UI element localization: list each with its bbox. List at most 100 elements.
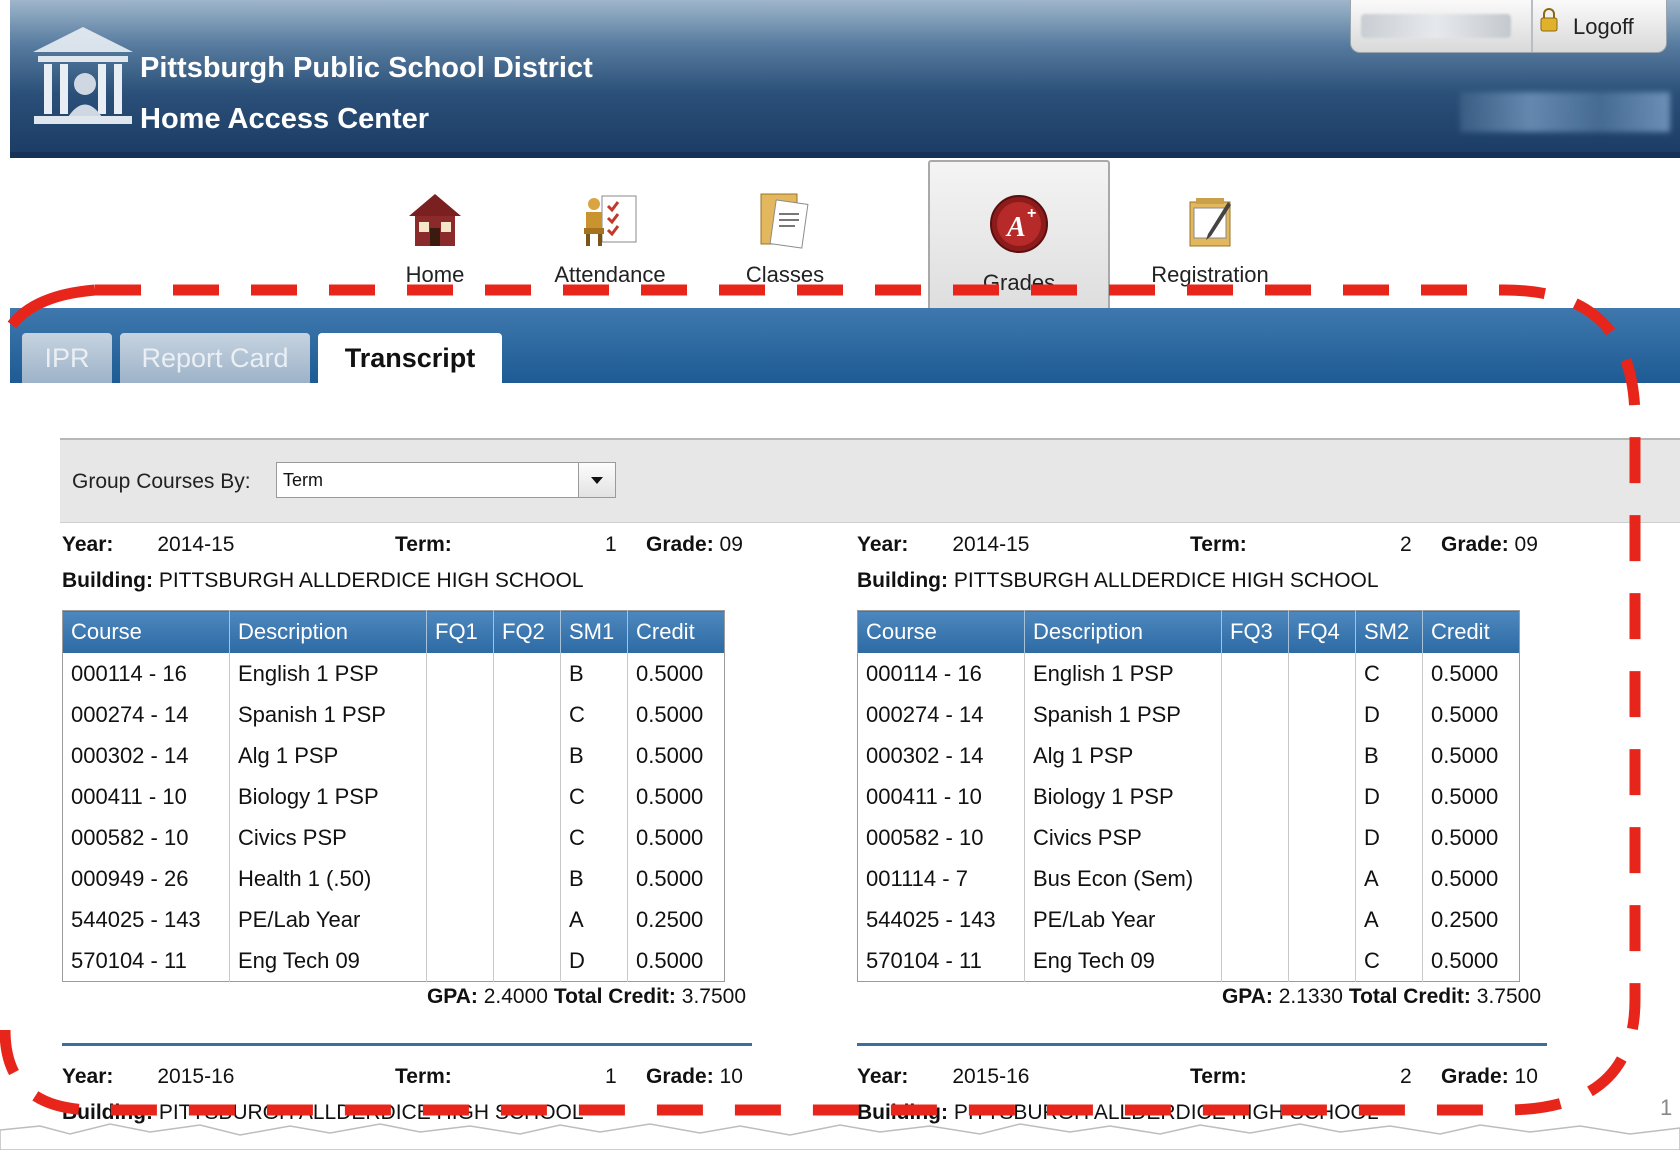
course-cell: 000114 - 16: [866, 660, 982, 686]
column-header: Credit: [1422, 610, 1520, 653]
semester-grade-cell: B: [560, 858, 628, 899]
description-cell: Civics PSP: [1024, 817, 1222, 858]
year-field: Year: 2014-15: [857, 533, 1030, 556]
term-value: 2: [1400, 533, 1412, 556]
description-cell: Eng Tech 09: [1024, 940, 1222, 982]
description-cell: Spanish 1 PSP: [229, 694, 427, 735]
fq-cell: [1221, 940, 1289, 982]
dropdown-button[interactable]: [578, 463, 615, 497]
description-cell: PE/Lab Year: [1024, 899, 1222, 940]
semester-grade-cell: A: [560, 899, 628, 940]
nav-registration[interactable]: Registration: [1135, 158, 1285, 308]
semester-grade-cell: B: [1355, 735, 1423, 776]
credit-cell: 0.5000: [627, 776, 725, 817]
grades-table: Course Description FQ1 FQ2 SM1 Credit 00…: [62, 610, 725, 982]
next-term-field: Term:: [395, 1065, 452, 1088]
credit-cell: 0.5000: [1422, 653, 1520, 694]
next-grade-field: Grade: 10: [646, 1065, 743, 1088]
course-cell: 000582 - 10: [71, 824, 189, 850]
credit-cell: 0.5000: [1422, 817, 1520, 858]
column-header: FQ3: [1221, 610, 1289, 653]
credit-cell: 0.5000: [627, 858, 725, 899]
column-header: Credit: [627, 610, 725, 653]
course-cell: 000274 - 14: [866, 701, 984, 727]
nav-grades[interactable]: A + Grades: [928, 160, 1110, 308]
credit-cell: 0.5000: [1422, 776, 1520, 817]
nav-attendance[interactable]: Attendance: [545, 158, 675, 308]
credit-cell: 0.5000: [627, 817, 725, 858]
description-cell: Biology 1 PSP: [1024, 776, 1222, 817]
course-cell: 000302 - 14: [71, 742, 189, 768]
table-row: 544025 - 143 PE/Lab Year A 0.2500: [858, 899, 1520, 940]
tab-report-card[interactable]: Report Card: [120, 333, 310, 383]
nav-home[interactable]: Home: [390, 158, 480, 308]
fq-cell: [426, 940, 494, 982]
semester-grade-cell: C: [1355, 653, 1423, 694]
term2-rows: 000114 - 16 English 1 PSP C 0.5000 000274 - …: [858, 653, 1520, 982]
credit-cell: 0.2500: [1422, 899, 1520, 940]
table-header-row: Course Description FQ3 FQ4 SM2 Credit: [857, 610, 1520, 653]
fq-cell: [493, 653, 561, 694]
table-row: 000949 - 26 Health 1 (.50) B 0.5000: [63, 858, 725, 899]
course-cell: 544025 - 143: [71, 906, 201, 932]
fq-cell: [1288, 694, 1356, 735]
credit-cell: 0.2500: [627, 899, 725, 940]
course-cell: 544025 - 143: [866, 906, 996, 932]
nav-home-label: Home: [405, 262, 465, 287]
course-cell: 000411 - 10: [866, 783, 982, 809]
description-cell: English 1 PSP: [229, 653, 427, 694]
user-box-separator: [1531, 0, 1533, 52]
fq-cell: [493, 940, 561, 982]
description-cell: Alg 1 PSP: [229, 735, 427, 776]
tab-transcript[interactable]: Transcript: [318, 333, 502, 383]
main-nav: Home Attendance Classes A + Grades Regis…: [10, 158, 1680, 308]
nav-attendance-label: Attendance: [554, 262, 666, 287]
fq-cell: [1288, 653, 1356, 694]
grades-table: Course Description FQ3 FQ4 SM2 Credit 00…: [857, 610, 1520, 982]
table-row: 000274 - 14 Spanish 1 PSP C 0.5000: [63, 694, 725, 735]
credit-cell: 0.5000: [1422, 940, 1520, 982]
fq-cell: [426, 653, 494, 694]
header-bar: Pittsburgh Public School District Home A…: [10, 0, 1680, 158]
fq-cell: [1221, 817, 1289, 858]
fq-cell: [493, 899, 561, 940]
semester-grade-cell: D: [1355, 694, 1423, 735]
table-row: 000114 - 16 English 1 PSP B 0.5000: [63, 653, 725, 694]
fq-cell: [1288, 817, 1356, 858]
course-cell: 000302 - 14: [866, 742, 984, 768]
term-summary: GPA: 2.4000 Total Credit: 3.7500: [426, 985, 746, 1008]
fq-cell: [426, 694, 494, 735]
table-row: 001114 - 7 Bus Econ (Sem) A 0.5000: [858, 858, 1520, 899]
app-name: Home Access Center: [140, 103, 430, 135]
tab-ipr[interactable]: IPR: [22, 333, 112, 383]
next-grade-field: Grade: 10: [1441, 1065, 1538, 1088]
fq-cell: [426, 776, 494, 817]
table-row: 000274 - 14 Spanish 1 PSP D 0.5000: [858, 694, 1520, 735]
credit-cell: 0.5000: [1422, 735, 1520, 776]
term-summary: GPA: 2.1330 Total Credit: 3.7500: [1221, 985, 1541, 1008]
column-header: SM2: [1355, 610, 1423, 653]
description-cell: Alg 1 PSP: [1024, 735, 1222, 776]
district-name: Pittsburgh Public School District: [140, 52, 593, 84]
fq-cell: [1221, 858, 1289, 899]
fq-cell: [493, 858, 561, 899]
fq-cell: [1221, 653, 1289, 694]
semester-grade-cell: C: [1355, 940, 1423, 982]
table-row: 570104 - 11 Eng Tech 09 D 0.5000: [63, 940, 725, 982]
term-field: Term:: [395, 533, 452, 556]
description-cell: Bus Econ (Sem): [1024, 858, 1222, 899]
logoff-button[interactable]: Logoff: [1573, 14, 1634, 40]
fq-cell: [426, 735, 494, 776]
next-term-value: 2: [1400, 1065, 1412, 1088]
grades-icon: A +: [990, 195, 1048, 253]
group-courses-select[interactable]: Term: [276, 462, 616, 498]
fq-cell: [1221, 694, 1289, 735]
fq-cell: [1288, 858, 1356, 899]
credit-cell: 0.5000: [1422, 694, 1520, 735]
course-cell: 000411 - 10: [71, 783, 187, 809]
fq-cell: [1221, 735, 1289, 776]
term-field: Term:: [1190, 533, 1247, 556]
semester-grade-cell: A: [1355, 858, 1423, 899]
svg-text:+: +: [1027, 205, 1036, 222]
nav-classes[interactable]: Classes: [730, 158, 840, 308]
